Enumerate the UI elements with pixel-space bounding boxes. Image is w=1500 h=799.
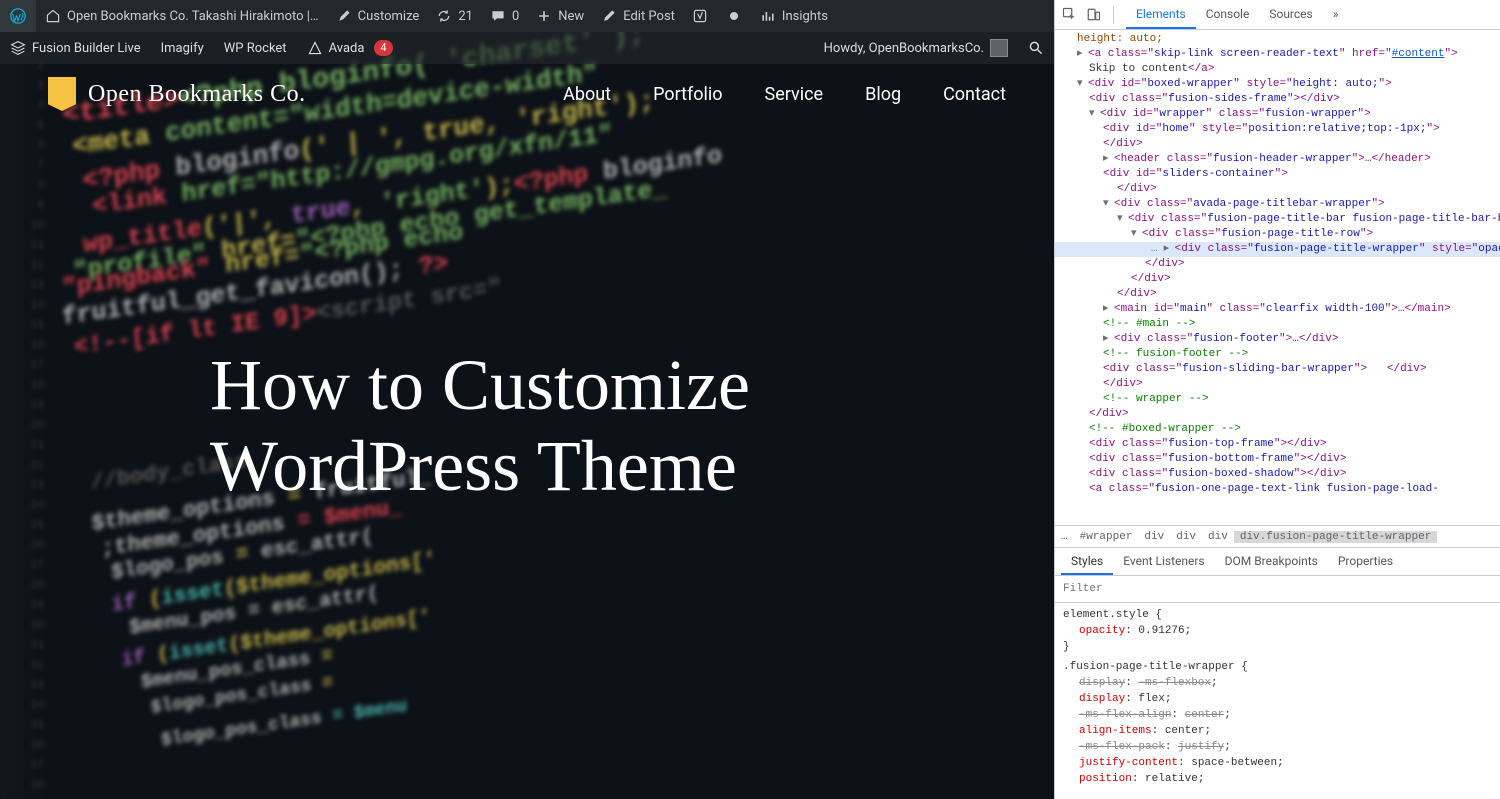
avatar-icon — [990, 39, 1008, 57]
fusion-icon — [10, 40, 26, 56]
devtools-toolbar: Elements Console Sources » 13 ⋮ ✕ — [1055, 0, 1500, 30]
wp-admin-bar: Open Bookmarks Co. Takashi Hirakimoto |…… — [0, 0, 1054, 32]
dom-breadcrumbs[interactable]: … #wrapper div div div div.fusion-page-t… — [1055, 525, 1500, 547]
avada-link[interactable]: Avada4 — [297, 32, 403, 64]
page-title: How to Customize WordPress Theme — [210, 345, 750, 506]
nav-portfolio[interactable]: Portfolio — [653, 84, 722, 105]
perf-dot[interactable] — [717, 0, 751, 32]
avada-icon — [307, 40, 323, 56]
chart-icon — [759, 7, 777, 25]
comment-icon — [489, 7, 507, 25]
new-link[interactable]: New — [527, 0, 592, 32]
device-toggle-icon[interactable] — [1085, 7, 1101, 23]
devtools-panel: Elements Console Sources » 13 ⋮ ✕ height… — [1054, 0, 1500, 799]
updates-link[interactable]: 21 — [427, 0, 481, 32]
comments-link[interactable]: 0 — [481, 0, 527, 32]
plus-icon — [535, 7, 553, 25]
brush-icon — [335, 7, 353, 25]
tab-more[interactable]: » — [1323, 0, 1349, 29]
insights-link[interactable]: Insights — [751, 0, 836, 32]
nav-contact[interactable]: Contact — [943, 84, 1006, 105]
primary-nav: About Portfolio Service Blog Contact — [563, 84, 1006, 105]
dom-tree[interactable]: height: auto; ▸<a class="skip-link scree… — [1055, 30, 1500, 525]
subtab-styles[interactable]: Styles — [1061, 548, 1113, 575]
fusion-builder-link[interactable]: Fusion Builder Live — [0, 32, 151, 64]
bookmark-icon — [48, 77, 76, 111]
tab-sources[interactable]: Sources — [1259, 0, 1322, 29]
circle-icon — [725, 7, 743, 25]
howdy-user[interactable]: Howdy, OpenBookmarksCo. — [814, 32, 1018, 64]
page-preview: for(let i=1;i<41;i++)document.write('<sp… — [0, 0, 1054, 799]
site-title: Open Bookmarks Co. Takashi Hirakimoto |… — [67, 9, 319, 24]
site-header: Open Bookmarks Co. About Portfolio Servi… — [0, 64, 1054, 124]
wp-admin-subbar: Fusion Builder Live Imagify WP Rocket Av… — [0, 32, 1054, 64]
inspect-icon[interactable] — [1061, 7, 1077, 23]
edit-post-link[interactable]: Edit Post — [592, 0, 683, 32]
styles-subtabs: Styles Event Listeners DOM Breakpoints P… — [1055, 547, 1500, 575]
site-switcher[interactable]: Open Bookmarks Co. Takashi Hirakimoto |… — [36, 0, 327, 32]
subtab-listeners[interactable]: Event Listeners — [1113, 548, 1214, 575]
wprocket-link[interactable]: WP Rocket — [214, 32, 297, 64]
brand-name: Open Bookmarks Co. — [88, 81, 306, 108]
wp-logo-icon[interactable] — [0, 0, 36, 32]
nav-about[interactable]: About — [563, 84, 611, 105]
selected-dom-node[interactable]: …▸<div class="fusion-page-title-wrapper"… — [1055, 242, 1500, 257]
home-icon — [44, 7, 62, 25]
subtab-properties[interactable]: Properties — [1328, 548, 1403, 575]
nav-blog[interactable]: Blog — [865, 84, 901, 105]
subtab-dom-bp[interactable]: DOM Breakpoints — [1215, 548, 1328, 575]
styles-filterbar: :hov .cls ＋ — [1055, 575, 1500, 603]
refresh-icon — [435, 7, 453, 25]
yoast-link[interactable] — [683, 0, 717, 32]
customize-link[interactable]: Customize — [327, 0, 428, 32]
yoast-icon — [691, 7, 709, 25]
pencil-icon — [600, 7, 618, 25]
avada-badge: 4 — [374, 40, 392, 56]
site-logo[interactable]: Open Bookmarks Co. — [48, 77, 306, 111]
tab-elements[interactable]: Elements — [1126, 0, 1196, 29]
styles-filter-input[interactable] — [1059, 579, 1500, 599]
tab-console[interactable]: Console — [1196, 0, 1260, 29]
devtools-tabs: Elements Console Sources » — [1126, 0, 1348, 29]
search-toggle[interactable] — [1018, 32, 1054, 64]
nav-service[interactable]: Service — [765, 84, 824, 105]
styles-pane[interactable]: element.style { opacity: 0.91276; } 0084… — [1055, 603, 1500, 799]
search-icon — [1028, 40, 1044, 56]
imagify-link[interactable]: Imagify — [151, 32, 214, 64]
